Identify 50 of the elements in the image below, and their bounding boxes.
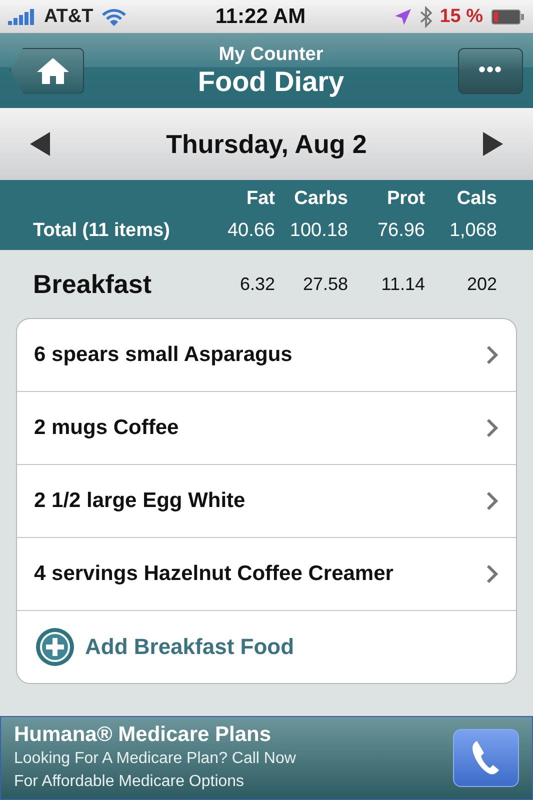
- battery-icon: [491, 8, 525, 24]
- food-name: 2 mugs Coffee: [34, 416, 179, 440]
- total-value: 76.96: [376, 220, 425, 242]
- previous-day-button[interactable]: [30, 132, 50, 156]
- bluetooth-icon: [420, 6, 432, 28]
- food-item[interactable]: 2 1/2 large Egg White: [17, 465, 516, 538]
- column-header: Fat: [246, 188, 275, 210]
- battery-percent: 15 %: [440, 6, 483, 28]
- ad-title: Humana® Medicare Plans: [14, 723, 272, 747]
- home-button[interactable]: [10, 48, 84, 94]
- meal-value: 202: [466, 274, 497, 294]
- chevron-icon: [486, 345, 498, 365]
- screen-title: Food Diary: [198, 66, 344, 98]
- column-header: Carbs: [293, 188, 348, 210]
- ad-banner[interactable]: Humana® Medicare Plans Looking For A Medicare Plan? Call Now For Affordable Medicare Options: [0, 716, 533, 800]
- meal-value: 6.32: [238, 274, 275, 294]
- chevron-icon: [486, 418, 498, 438]
- call-button[interactable]: [453, 729, 519, 787]
- next-day-button[interactable]: [483, 132, 503, 156]
- house-icon: [36, 56, 70, 86]
- signal-icon: [8, 8, 36, 24]
- meal-value: 11.14: [380, 274, 425, 294]
- meal-title: Breakfast: [33, 268, 153, 300]
- diary-date: Thursday, Aug 2: [166, 128, 367, 160]
- add-food-label: Add Breakfast Food: [85, 634, 294, 660]
- location-arrow-icon: [394, 8, 412, 26]
- total-value: 40.66: [226, 220, 275, 242]
- clock-time: 11:22 AM: [214, 4, 307, 28]
- add-food-row[interactable]: Add Breakfast Food: [17, 611, 516, 683]
- food-item[interactable]: 4 servings Hazelnut Coffee Creamer: [17, 538, 516, 611]
- wifi-icon: [101, 8, 128, 26]
- column-header: Prot: [386, 188, 425, 210]
- food-name: 4 servings Hazelnut Coffee Creamer: [34, 562, 394, 586]
- ad-text: Looking For A Medicare Plan? Call Now: [14, 749, 296, 769]
- chevron-icon: [486, 564, 498, 584]
- plus-circle-icon: [35, 627, 75, 667]
- food-item[interactable]: 2 mugs Coffee: [17, 392, 516, 465]
- total-value: 1,068: [448, 220, 497, 242]
- chevron-icon: [486, 491, 498, 511]
- food-name: 2 1/2 large Egg White: [34, 489, 246, 513]
- food-item[interactable]: 6 spears small Asparagus: [17, 319, 516, 392]
- meal-value: 27.58: [302, 274, 348, 294]
- carrier-name: AT&T: [44, 6, 94, 28]
- total-label: Total (11 items): [33, 220, 171, 242]
- screen-subtitle: My Counter: [218, 44, 324, 66]
- ad-text: For Affordable Medicare Options: [14, 772, 246, 792]
- more-button[interactable]: •••: [458, 48, 523, 94]
- food-name: 6 spears small Asparagus: [34, 343, 292, 367]
- column-header: Cals: [456, 188, 497, 210]
- total-value: 100.18: [288, 220, 348, 242]
